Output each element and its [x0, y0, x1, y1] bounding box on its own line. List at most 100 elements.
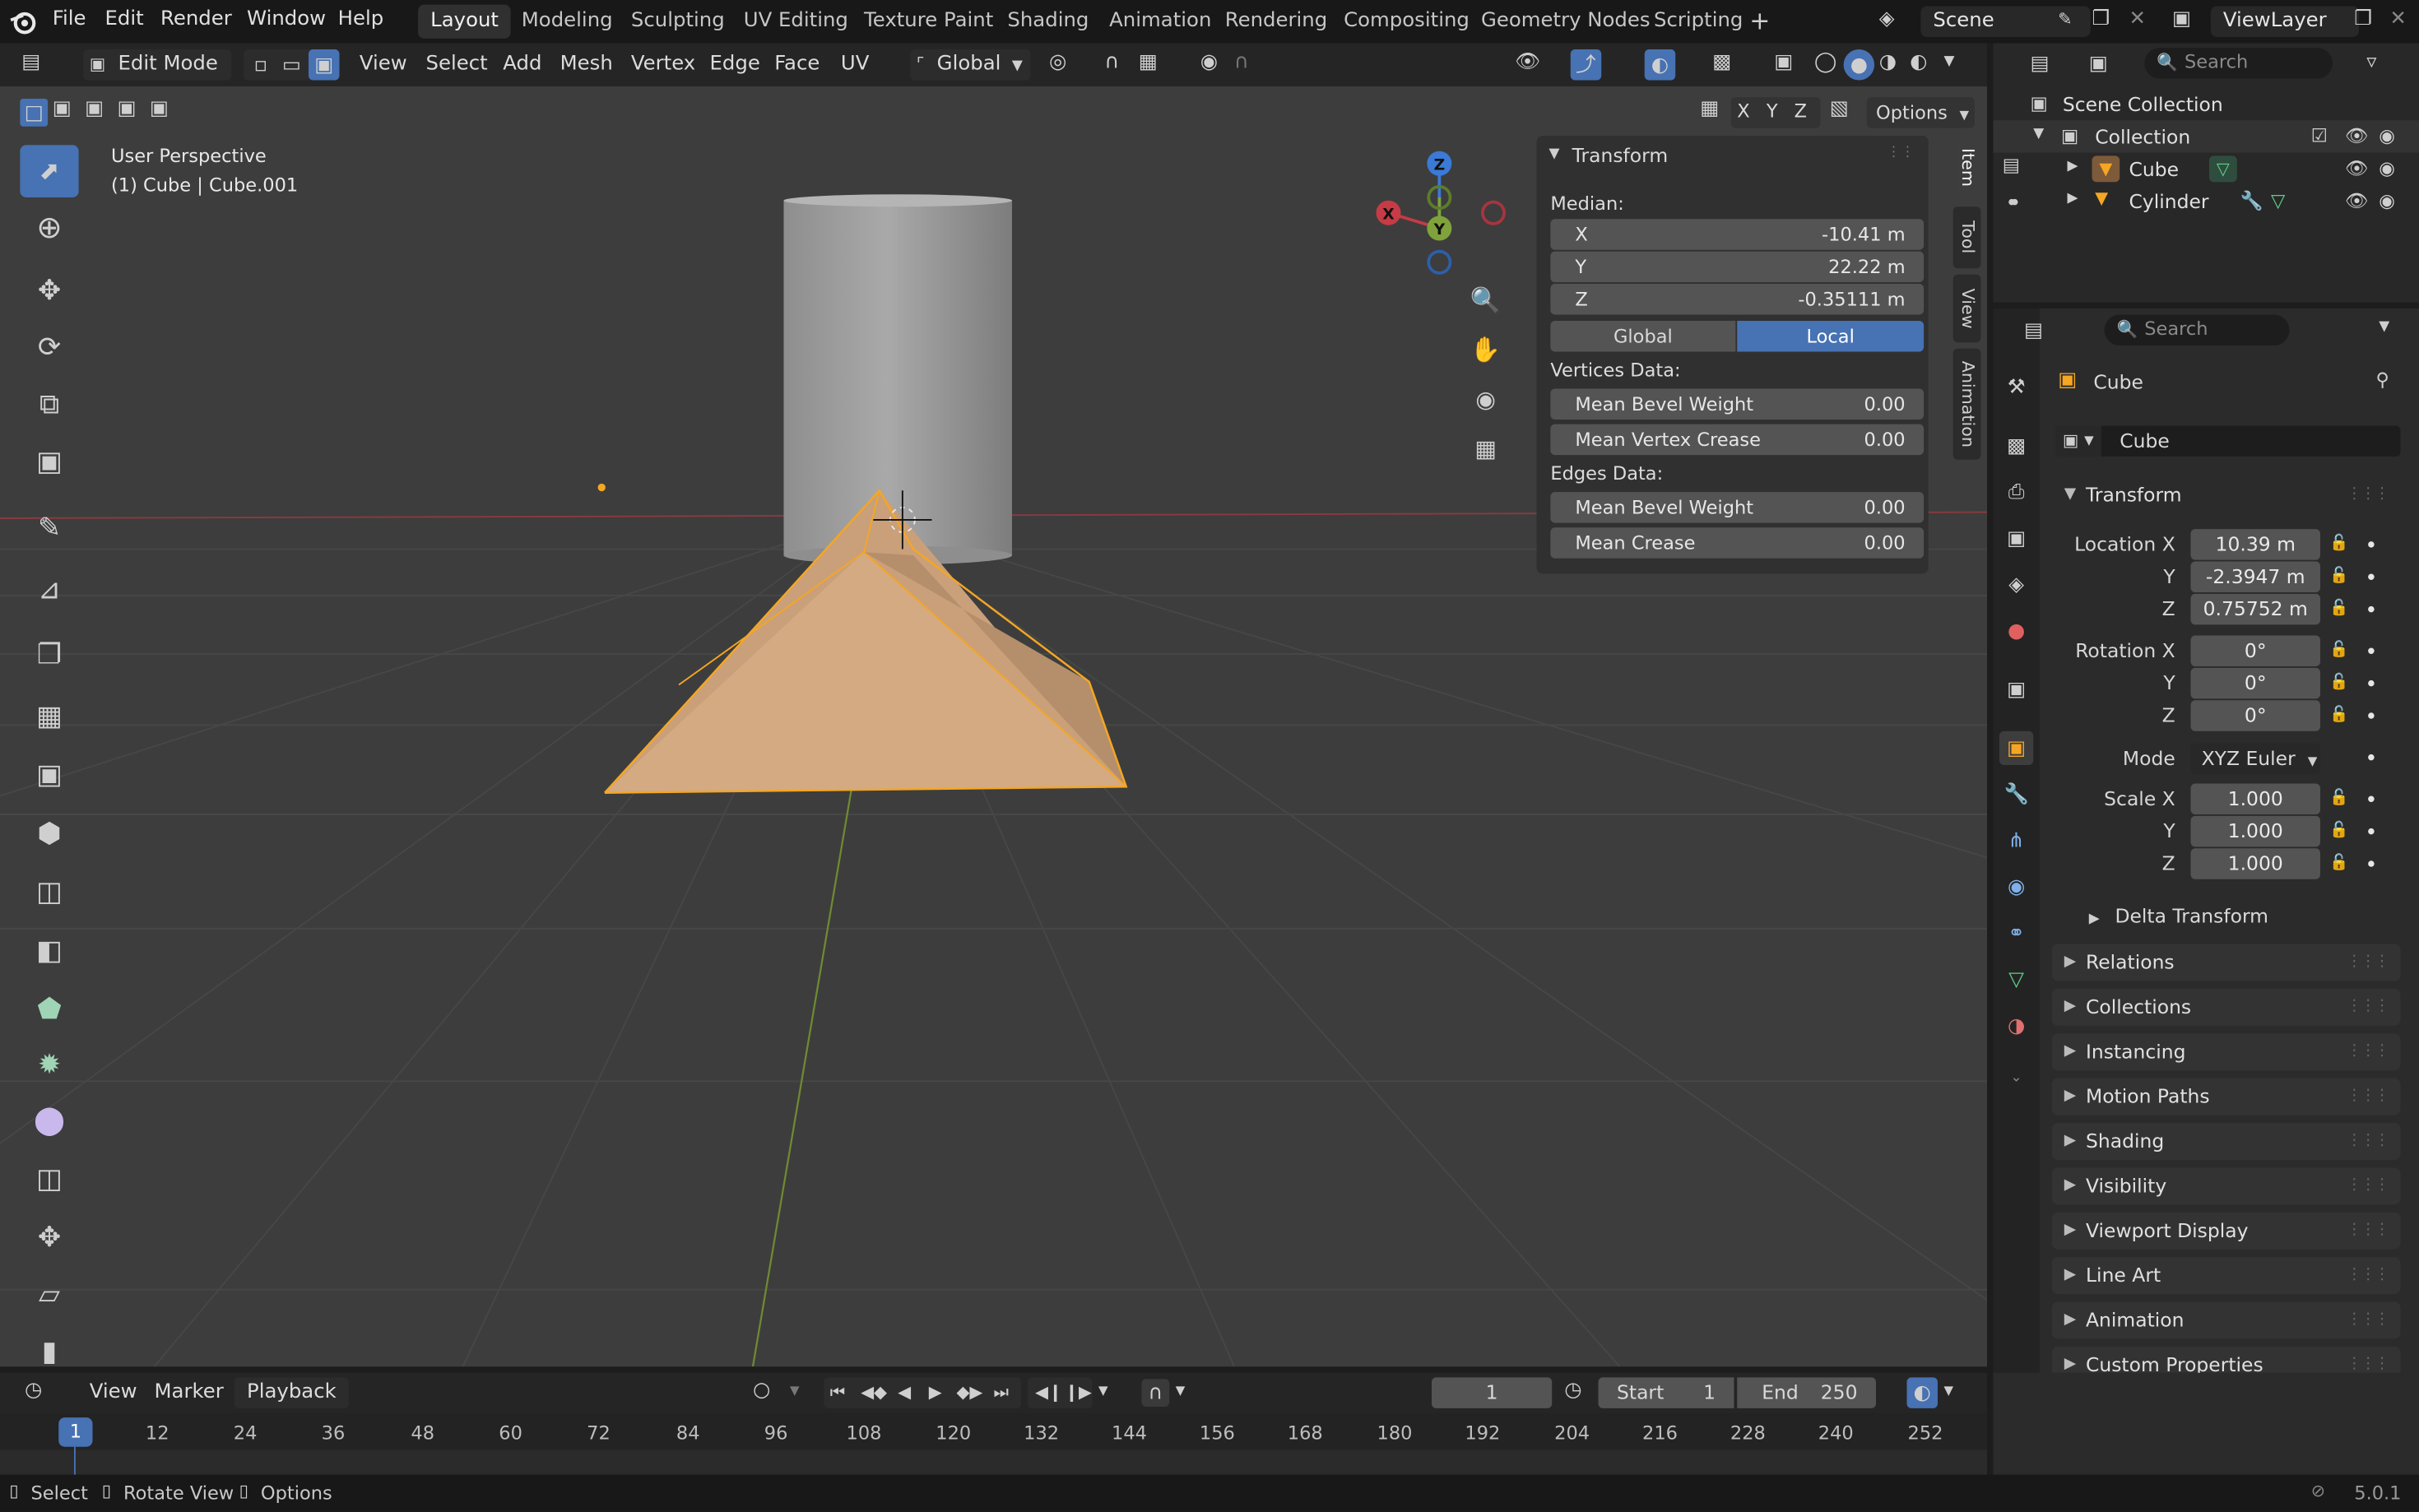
tab-sculpting[interactable]: Sculpting [619, 5, 737, 39]
shear-tool[interactable]: ▱ [20, 1269, 78, 1322]
select-extend-icon[interactable]: ▣ [53, 99, 72, 118]
clock-icon[interactable]: ◷ [1564, 1380, 1581, 1400]
poly-build-tool[interactable]: ⬟ [20, 984, 78, 1037]
pivot-icon[interactable]: ◎ [1049, 53, 1066, 72]
properties-editor-icon[interactable]: ▤ [2024, 321, 2043, 341]
navigation-gizmo[interactable]: Z X Y [1370, 145, 1509, 284]
current-frame-field[interactable]: 1 [1432, 1377, 1553, 1408]
lock-icon[interactable]: 🔓 [2329, 568, 2348, 585]
spin-tool[interactable]: ✹ [20, 1040, 78, 1092]
shrink-fatten-tool[interactable]: ✥ [20, 1213, 78, 1265]
chevron-down-icon[interactable]: ▼ [1098, 1384, 1108, 1398]
output-properties-tab[interactable]: ⎙ [1999, 475, 2033, 509]
eye-icon[interactable]: 👁 [2345, 127, 2369, 146]
face-select-icon[interactable]: ▣ [309, 49, 340, 81]
auto-key-icon[interactable]: ∩ [1141, 1379, 1170, 1407]
select-invert-icon[interactable]: ▣ [118, 99, 137, 118]
median-y-field[interactable]: Y 22.22 m [1550, 251, 1925, 283]
rotation-z-field[interactable]: 0° [2190, 700, 2320, 731]
edge-select-icon[interactable]: ▭ [278, 51, 306, 79]
chevron-down-icon[interactable]: ▼ [790, 1384, 800, 1398]
tab-layout[interactable]: Layout [418, 4, 512, 39]
mesh-data-icon[interactable]: ▽ [2209, 155, 2237, 183]
select-new-icon[interactable]: □ [20, 99, 49, 127]
axis-z-toggle[interactable]: Z [1795, 100, 1807, 122]
measure-tool[interactable]: ⊿ [20, 564, 78, 617]
pin-icon[interactable]: ⚲ [2376, 370, 2389, 389]
chevron-down-icon[interactable]: ▼ [2379, 320, 2389, 335]
jump-start-icon[interactable]: ⏮ [830, 1384, 846, 1401]
rotation-x-field[interactable]: 0° [2190, 635, 2320, 666]
record-icon[interactable]: ○ [753, 1380, 770, 1400]
play-icon[interactable]: ▶ [929, 1384, 942, 1401]
eye-icon[interactable]: 👁 [2345, 192, 2369, 211]
solid-shading-icon[interactable]: ● [1843, 49, 1875, 81]
vertex-bevel-weight-field[interactable]: Mean Bevel Weight 0.00 [1550, 388, 1925, 420]
end-frame-field[interactable]: End 250 [1737, 1377, 1876, 1408]
snap-target-icon[interactable]: ▦ [1139, 53, 1158, 72]
tab-animation-sidebar[interactable]: Animation [1952, 348, 1981, 460]
prev-keyframe-icon[interactable]: ◀◆ [861, 1384, 887, 1401]
blender-logo-icon[interactable] [9, 7, 37, 35]
cylinder-object[interactable] [783, 194, 1013, 565]
timeline-menu-view[interactable]: View [83, 1377, 143, 1408]
tab-scripting[interactable]: Scripting [1641, 5, 1755, 39]
panel-motion-paths[interactable]: ▶ Motion Paths ⋮⋮⋮ [2051, 1078, 2401, 1115]
display-mode-icon[interactable]: ▣ [2089, 54, 2108, 74]
lock-icon[interactable]: 🔓 [2329, 600, 2348, 617]
panel-line-art[interactable]: ▶ Line Art ⋮⋮⋮ [2051, 1257, 2401, 1295]
axis-y-toggle[interactable]: Y [1767, 100, 1778, 122]
transform-tool[interactable]: ▣ [20, 437, 78, 489]
lock-icon[interactable]: 🔓 [2329, 707, 2348, 724]
playback-dropdown[interactable]: Playback ▼ [234, 1377, 349, 1431]
tab-rendering[interactable]: Rendering [1213, 5, 1340, 39]
scale-y-field[interactable]: 1.000 [2190, 815, 2320, 847]
cursor-tool[interactable]: ⊕ [20, 201, 78, 253]
modifier-properties-tab[interactable]: 🔧 [1999, 777, 2033, 811]
eye-icon[interactable]: 👁 [2345, 159, 2369, 178]
panel-instancing[interactable]: ▶ Instancing ⋮⋮⋮ [2051, 1033, 2401, 1071]
tab-uv-editing[interactable]: UV Editing [731, 5, 861, 39]
tab-animation[interactable]: Animation [1097, 5, 1223, 39]
rotation-y-field[interactable]: 0° [2190, 667, 2320, 699]
keyframe-dot[interactable] [2368, 828, 2375, 835]
checkbox-icon[interactable]: ☑ [2311, 127, 2328, 146]
scale-x-field[interactable]: 1.000 [2190, 783, 2320, 814]
annotate-tool[interactable]: ✎ [20, 503, 78, 555]
view-layer-properties-tab[interactable]: ▣ [1999, 522, 2033, 555]
menu-edit[interactable]: Edit [105, 7, 144, 30]
lock-icon[interactable]: 🔓 [2329, 855, 2348, 872]
inset-tool[interactable]: ▣ [20, 749, 78, 802]
select-subtract-icon[interactable]: ▣ [85, 99, 104, 118]
chevron-down-icon[interactable]: ▼ [1944, 1384, 1954, 1398]
rotate-tool[interactable]: ⟳ [20, 322, 78, 375]
keyframe-dot[interactable] [2368, 795, 2375, 802]
menu-mesh[interactable]: Mesh [554, 49, 619, 81]
outliner-search[interactable]: 🔍 Search [2144, 48, 2333, 79]
keyframe-dot[interactable] [2368, 647, 2375, 654]
view-layer-field[interactable]: ViewLayer [2210, 6, 2359, 37]
panel-visibility[interactable]: ▶ Visibility ⋮⋮⋮ [2051, 1167, 2401, 1205]
camera-icon[interactable]: ◉ [2379, 127, 2395, 146]
add-workspace-icon[interactable]: + [1749, 8, 1770, 34]
edge-crease-field[interactable]: Mean Crease 0.00 [1550, 527, 1925, 559]
axis-x-toggle[interactable]: X [1737, 100, 1749, 122]
mesh-overlay-icon[interactable]: ▩ [1712, 53, 1731, 72]
auto-merge-icon[interactable]: ▧ [1830, 99, 1849, 118]
3d-viewport[interactable]: □ ▣ ▣ ▣ ▣ ⬈ ⊕ ✥ ⟳ ⧉ ▣ ✎ ⊿ ❐ ▦ ▣ ⬢ ◫ ◧ ⬟ … [0, 86, 1987, 1367]
tab-item[interactable]: Item [1952, 136, 1981, 201]
scene-icon[interactable]: ◈ [1879, 9, 1895, 29]
panel-relations[interactable]: ▶ Relations ⋮⋮⋮ [2051, 944, 2401, 981]
panel-animation[interactable]: ▶ Animation ⋮⋮⋮ [2051, 1301, 2401, 1339]
menu-render[interactable]: Render [160, 7, 232, 30]
view-layer-icon[interactable]: ▣ [2172, 9, 2191, 29]
vertex-crease-field[interactable]: Mean Vertex Crease 0.00 [1550, 424, 1925, 456]
new-scene-icon[interactable]: ❐ [2092, 9, 2110, 29]
start-frame-field[interactable]: Start 1 [1598, 1377, 1734, 1408]
keyframe-dot[interactable] [2368, 860, 2375, 867]
menu-face[interactable]: Face [768, 49, 826, 81]
edge-slide-tool[interactable]: ◫ [20, 1154, 78, 1207]
panel-shading[interactable]: ▶ Shading ⋮⋮⋮ [2051, 1123, 2401, 1160]
location-z-field[interactable]: 0.75752 m [2190, 593, 2320, 625]
lock-icon[interactable]: 🔓 [2329, 536, 2348, 553]
